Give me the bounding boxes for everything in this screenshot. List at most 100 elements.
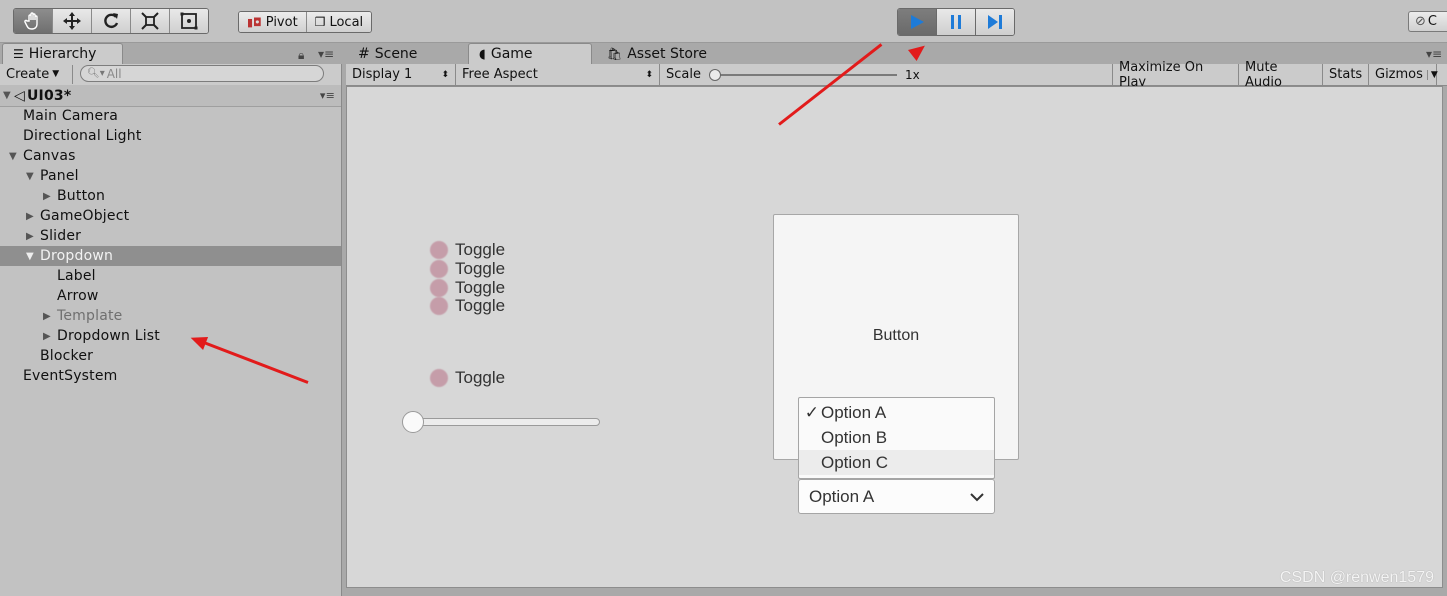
tab-hierarchy[interactable]: ☰ Hierarchy <box>2 43 123 64</box>
lock-icon[interactable]: 🔒︎ <box>298 48 304 63</box>
stats-toggle[interactable]: Stats <box>1323 64 1369 85</box>
hierarchy-item[interactable]: ▶ Template <box>0 306 341 326</box>
button[interactable]: Button <box>774 327 1018 345</box>
maximize-on-play-toggle[interactable]: Maximize On Play <box>1113 60 1239 90</box>
collab-button[interactable]: ⊘ C <box>1408 11 1447 32</box>
tab-game[interactable]: ◖ Game <box>468 43 592 64</box>
step-icon <box>988 15 1002 29</box>
gizmos-label: Gizmos <box>1375 67 1423 82</box>
aspect-dropdown[interactable]: Free Aspect ⬍ <box>456 64 660 85</box>
hierarchy-item[interactable]: ▼ Panel <box>0 166 341 186</box>
toggle-label: Toggle <box>455 296 506 315</box>
toggle-checkbox[interactable] <box>430 297 448 315</box>
hierarchy-item-label: EventSystem <box>23 368 118 384</box>
playmode-controls <box>897 8 1015 36</box>
collapsed-arrow-icon[interactable]: ▶ <box>40 311 54 322</box>
scale-slider[interactable] <box>708 68 897 81</box>
expanded-arrow-icon[interactable]: ▼ <box>23 171 37 182</box>
rotate-tool-button[interactable] <box>92 9 131 33</box>
scale-slider-thumb[interactable] <box>708 68 721 81</box>
dropdown[interactable]: Option A <box>798 479 995 514</box>
tab-scene[interactable]: # Scene <box>348 43 466 64</box>
scale-control: Scale 1x <box>660 64 1113 85</box>
hierarchy-item[interactable]: ▼ Canvas <box>0 146 341 166</box>
hierarchy-item-label: Button <box>57 188 106 204</box>
collapsed-arrow-icon[interactable]: ▶ <box>23 211 37 222</box>
scale-tool-button[interactable] <box>131 9 170 33</box>
hierarchy-item[interactable]: ▼ Dropdown <box>0 246 341 266</box>
play-button[interactable] <box>898 9 937 35</box>
hierarchy-item[interactable]: ▶ Dropdown List <box>0 326 341 346</box>
option-label: Option C <box>821 452 889 472</box>
slider-handle[interactable] <box>402 411 424 433</box>
slider-track[interactable] <box>412 418 600 426</box>
toggle[interactable]: Toggle <box>430 240 505 260</box>
mute-label: Mute Audio <box>1245 59 1282 90</box>
toggle[interactable]: Toggle <box>430 296 505 316</box>
dropdown-option[interactable]: ✓ Option A <box>799 400 994 425</box>
create-dropdown[interactable]: Create ▼ <box>6 66 59 82</box>
hierarchy-search-input[interactable]: 🔍︎▾ All <box>80 65 324 82</box>
toggle-label: Toggle <box>455 368 506 387</box>
transform-tools <box>13 8 209 34</box>
scene-header[interactable]: ▼ ◁ UI03* ▾≡ <box>0 85 341 107</box>
tab-hierarchy-label: Hierarchy <box>28 46 97 62</box>
pivot-icon: ▮◘ <box>247 15 262 29</box>
toggle[interactable]: Toggle <box>430 278 505 298</box>
toggle-checkbox[interactable] <box>430 260 448 278</box>
hierarchy-item[interactable]: ▶ Button <box>0 186 341 206</box>
scene-menu-icon[interactable]: ▾≡ <box>320 89 335 102</box>
display-dropdown[interactable]: Display 1 ⬍ <box>346 64 456 85</box>
game-view-toolbar: Display 1 ⬍ Free Aspect ⬍ Scale 1x Maxim… <box>346 60 1447 90</box>
pivot-button[interactable]: ▮◘ Pivot <box>239 12 307 32</box>
mute-audio-toggle[interactable]: Mute Audio <box>1239 60 1323 90</box>
collapsed-arrow-icon[interactable]: ▶ <box>40 331 54 342</box>
pause-icon <box>951 15 961 29</box>
hierarchy-item[interactable]: Label <box>0 266 341 286</box>
hierarchy-item[interactable]: Directional Light <box>0 126 341 146</box>
hierarchy-item[interactable]: Main Camera <box>0 106 341 126</box>
dropdown-arrow-icon: ▼ <box>1426 69 1438 80</box>
dropdown-option[interactable]: Option B <box>799 425 994 450</box>
main-toolbar: ▮◘ Pivot ❒ Local ⊘ C <box>0 0 1447 43</box>
toggle-checkbox[interactable] <box>430 241 448 259</box>
hand-tool-button[interactable] <box>14 9 53 33</box>
collapsed-arrow-icon[interactable]: ▶ <box>23 231 37 242</box>
scale-icon <box>141 12 159 30</box>
panel-menu-icon[interactable]: ▾≡ <box>318 47 334 61</box>
rect-tool-button[interactable] <box>170 9 208 33</box>
toggle-checkbox[interactable] <box>430 369 448 387</box>
toggle[interactable]: Toggle <box>430 259 505 279</box>
local-button[interactable]: ❒ Local <box>306 12 372 32</box>
hierarchy-item-label: Label <box>57 268 96 284</box>
pause-button[interactable] <box>937 9 976 35</box>
step-button[interactable] <box>976 9 1014 35</box>
divider <box>72 65 73 84</box>
hierarchy-item-label: Panel <box>40 168 79 184</box>
expanded-arrow-icon[interactable]: ▼ <box>23 251 37 262</box>
game-panel-menu-icon[interactable]: ▾≡ <box>1426 47 1442 61</box>
gizmos-toggle[interactable]: Gizmos ▼ <box>1369 64 1438 85</box>
hierarchy-item[interactable]: ▶ Slider <box>0 226 341 246</box>
expand-arrow-icon[interactable]: ▼ <box>0 90 14 101</box>
hierarchy-item[interactable]: ▶ GameObject <box>0 206 341 226</box>
scale-label: Scale <box>666 67 701 82</box>
collapsed-arrow-icon[interactable]: ▶ <box>40 191 54 202</box>
option-label: Option B <box>821 427 888 447</box>
dropdown-option[interactable]: Option C <box>799 450 994 475</box>
dropdown-value: Option A <box>809 486 875 506</box>
grid-icon: # <box>358 45 370 62</box>
hierarchy-item[interactable]: Arrow <box>0 286 341 306</box>
hierarchy-item-label: Blocker <box>40 348 94 364</box>
toggle-checkbox[interactable] <box>430 279 448 297</box>
create-label: Create <box>6 66 50 82</box>
collab-label: C <box>1427 14 1437 29</box>
hierarchy-item[interactable]: Blocker <box>0 346 341 366</box>
slider[interactable] <box>402 411 602 433</box>
toggle[interactable]: Toggle <box>430 368 505 388</box>
tab-asset-store[interactable]: 🛍︎ Asset Store <box>597 43 727 64</box>
move-tool-button[interactable] <box>53 9 92 33</box>
expanded-arrow-icon[interactable]: ▼ <box>6 151 20 162</box>
play-icon <box>911 15 924 29</box>
game-viewport[interactable]: Toggle Toggle Toggle Toggle Toggle Butto… <box>346 86 1443 588</box>
